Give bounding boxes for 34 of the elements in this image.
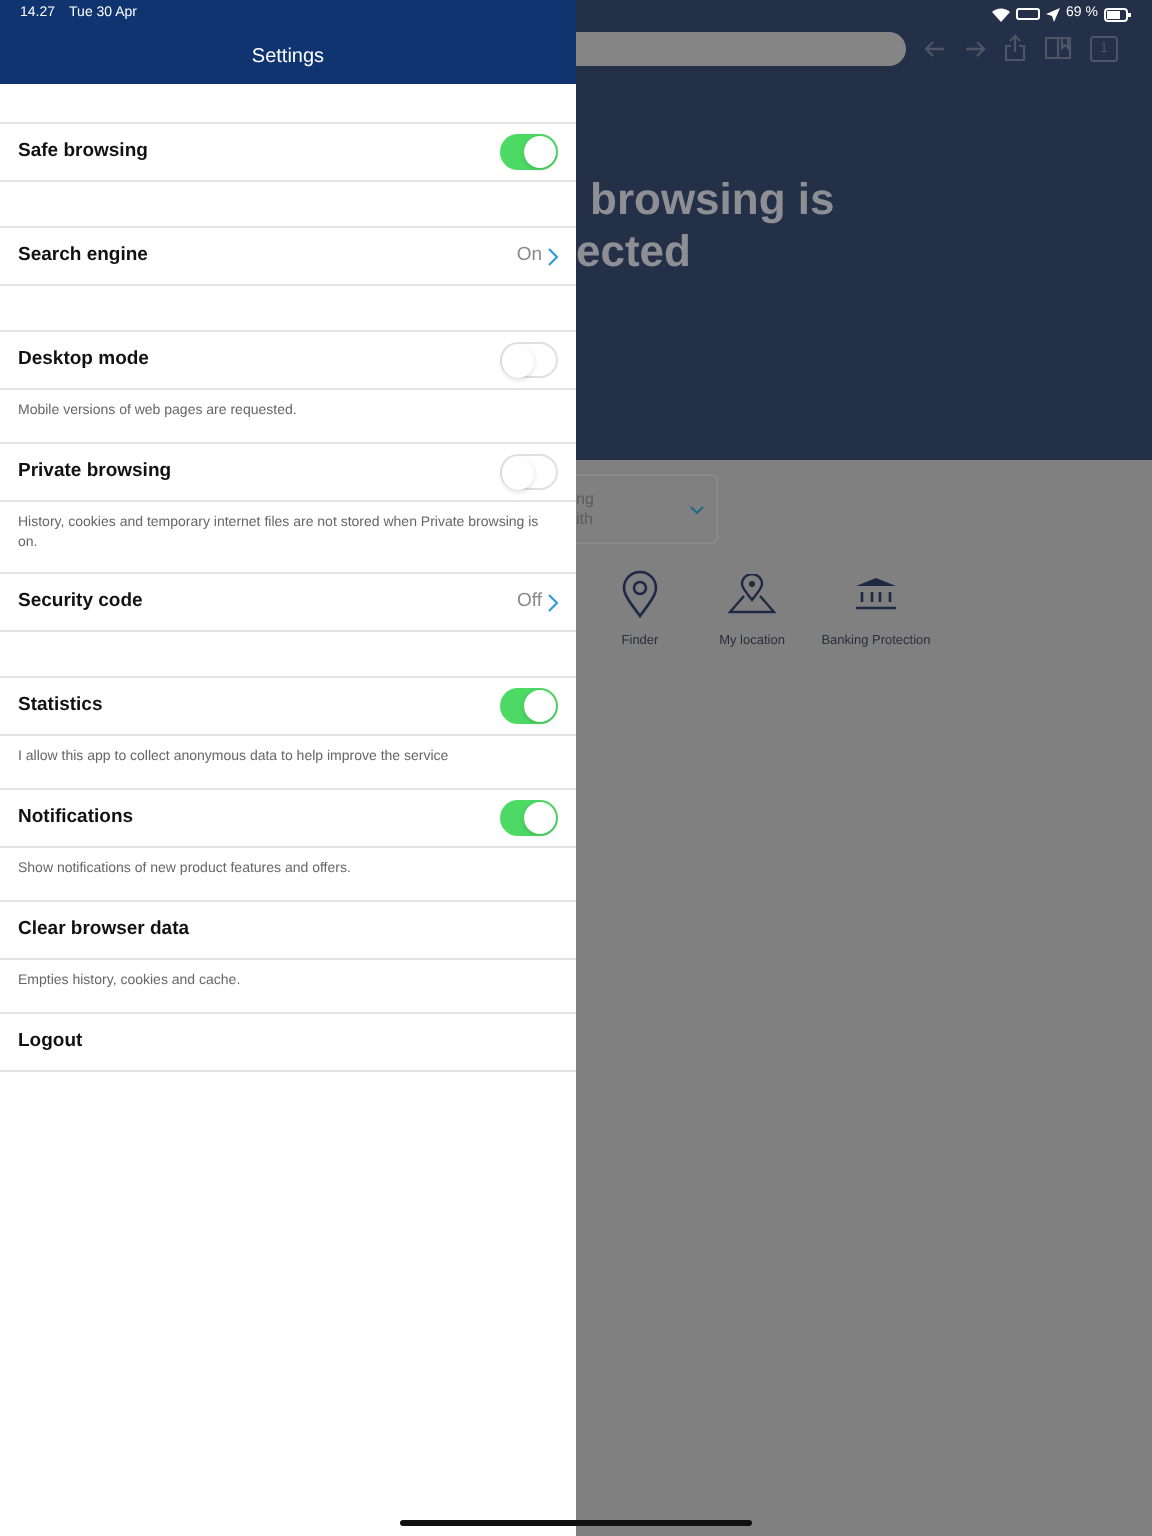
location-map-icon[interactable]: [728, 574, 776, 614]
bookmarks-icon[interactable]: [1044, 36, 1072, 60]
setting-label: Logout: [18, 1027, 83, 1056]
setting-value: Off: [517, 587, 542, 616]
toggle-switch[interactable]: [500, 134, 558, 170]
back-arrow-icon[interactable]: [924, 39, 946, 57]
setting-label: Statistics: [18, 691, 103, 720]
toggle-switch[interactable]: [500, 454, 558, 490]
setting-label: Safe browsing: [18, 137, 148, 166]
chevron-right-icon: [548, 247, 558, 265]
address-bar[interactable]: [576, 31, 906, 65]
toggle-switch[interactable]: [500, 688, 558, 724]
toggle-switch[interactable]: [500, 342, 558, 378]
setting-label: Private browsing: [18, 457, 172, 486]
wifi-icon: [992, 7, 1011, 21]
window-title: Settings: [251, 43, 325, 71]
headline-text: browsing is: [588, 174, 837, 226]
bank-icon[interactable]: [854, 576, 898, 612]
setting-label: Search engine: [18, 241, 148, 270]
map-pin-icon[interactable]: [620, 570, 660, 618]
setting-value: On: [516, 241, 542, 270]
chevron-down-icon: [690, 505, 704, 513]
setting-label: Notifications: [18, 803, 134, 832]
toggle-switch[interactable]: [500, 800, 558, 836]
share-icon[interactable]: [1004, 34, 1026, 62]
setting-label: Clear browser data: [18, 915, 190, 944]
chevron-right-icon: [548, 593, 558, 611]
location-arrow-icon: [1046, 7, 1061, 21]
forward-arrow-icon[interactable]: [964, 39, 986, 57]
setting-label: Desktop mode: [18, 345, 149, 374]
battery-icon: [1104, 7, 1132, 21]
setting-label: Security code: [18, 587, 143, 616]
vpn-icon: [1016, 8, 1041, 20]
headline-text: ected: [576, 226, 693, 278]
